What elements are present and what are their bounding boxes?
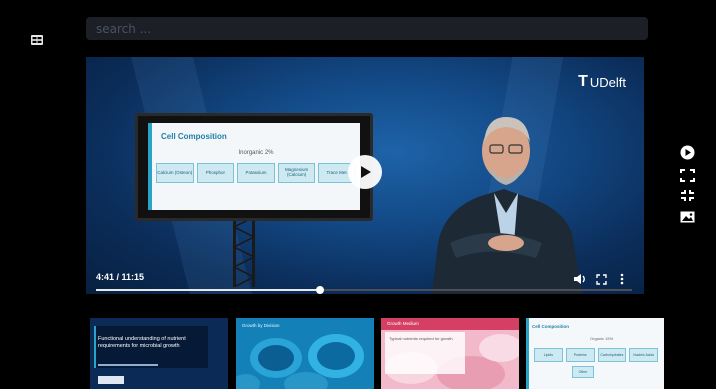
tudelft-logo-text: UDelft — [589, 74, 626, 90]
search-bar — [86, 17, 648, 40]
slide-cell: Potassium — [237, 163, 275, 183]
slide-cell: Other — [572, 366, 594, 378]
slide-cell: Lipids — [534, 348, 563, 362]
video-player[interactable]: T UDelft Cell Composition Inorganic 2% C… — [86, 57, 644, 294]
slide-title: Cell Composition — [161, 132, 227, 141]
thumbnail-title: Functional understanding of nutrient req… — [98, 336, 186, 350]
progress-bar[interactable] — [96, 286, 632, 294]
thumbnail-title: Cell Composition — [532, 324, 569, 329]
thumbnail-subtitle: Organic 15% — [590, 336, 614, 341]
bacteria-image — [236, 318, 374, 389]
search-input[interactable] — [86, 17, 648, 40]
slide-cell: Nucleic Acids — [629, 348, 658, 362]
slide-monitor: Cell Composition Inorganic 2% Calcium (O… — [135, 113, 373, 221]
slide-cell: Phosphor — [196, 163, 235, 183]
more-options-icon[interactable] — [620, 270, 624, 289]
fullscreen-icon[interactable] — [680, 167, 695, 186]
volume-icon[interactable] — [573, 270, 586, 289]
play-icon — [361, 166, 371, 178]
menu-icon[interactable] — [31, 35, 43, 45]
exit-fullscreen-icon[interactable] — [680, 187, 695, 206]
progress-fill — [96, 289, 320, 291]
fullscreen-icon[interactable] — [596, 270, 607, 289]
tudelft-logo: T UDelft — [578, 73, 626, 91]
thumbnail-title: Growth by Division — [242, 323, 280, 328]
thumbnail-4[interactable]: Cell Composition Organic 15% Lipids Prot… — [526, 318, 664, 389]
thumbnail-3[interactable]: Growth Medium Typical nutrients required… — [381, 318, 519, 389]
slide-cell: Carbohydrates — [597, 348, 627, 362]
slide-cell: Calcium (Osteon) — [156, 163, 194, 183]
tudelft-logo-mark: T — [578, 73, 588, 90]
growth-medium-image — [381, 318, 519, 389]
progress-handle[interactable] — [315, 286, 324, 294]
time-display: 4:41 / 11:15 — [96, 272, 145, 282]
thumbnail-title: Growth Medium — [387, 321, 419, 326]
image-icon[interactable] — [680, 208, 695, 227]
play-icon[interactable] — [680, 145, 695, 164]
thumbnail-subtitle: Typical nutrients required for growth — [389, 336, 453, 341]
thumbnail-2[interactable]: Growth by Division — [236, 318, 374, 389]
slide-cell: Proteins — [565, 348, 595, 362]
presenter-image — [432, 117, 582, 294]
slide: Cell Composition Inorganic 2% Calcium (O… — [148, 123, 360, 210]
slide-cell: Magnesium (Calcium) — [277, 163, 316, 183]
slide-subtitle: Inorganic 2% — [238, 150, 274, 156]
thumbnail-1[interactable]: Functional understanding of nutrient req… — [90, 318, 228, 389]
play-button[interactable] — [348, 155, 382, 189]
